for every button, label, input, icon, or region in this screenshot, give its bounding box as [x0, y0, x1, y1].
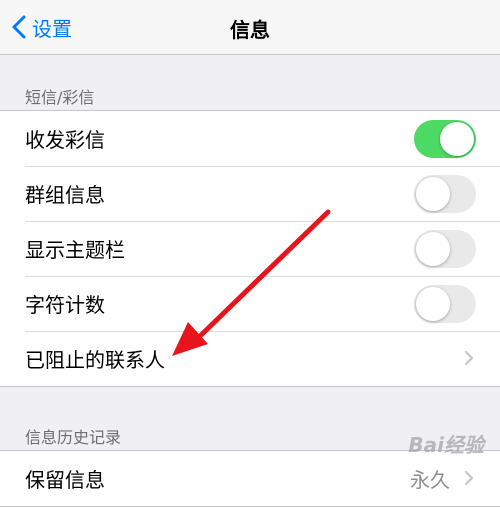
group-messaging-toggle[interactable] — [414, 175, 476, 213]
row-character-count: 字符计数 — [0, 276, 500, 331]
row-mms-messaging: 收发彩信 — [0, 111, 500, 166]
row-label: 保留信息 — [25, 468, 105, 492]
row-label: 收发彩信 — [25, 128, 105, 152]
page-title: 信息 — [230, 18, 270, 42]
row-keep-messages[interactable]: 保留信息 永久 — [0, 451, 500, 506]
keep-messages-value: 永久 — [410, 468, 450, 492]
navigation-bar: 设置 信息 — [0, 0, 500, 55]
section-header-message-history: 信息历史记录 — [25, 428, 122, 447]
row-label: 显示主题栏 — [25, 238, 125, 262]
row-show-subject-field: 显示主题栏 — [0, 221, 500, 276]
toggle-knob — [416, 232, 450, 266]
section-header-sms-mms: 短信/彩信 — [25, 88, 95, 107]
chevron-right-icon — [464, 470, 474, 486]
mms-messaging-toggle[interactable] — [414, 120, 476, 158]
settings-group-sms-mms: 收发彩信 群组信息 显示主题栏 字符计数 已阻止的联系人 — [0, 110, 500, 387]
row-group-messaging: 群组信息 — [0, 166, 500, 221]
toggle-knob — [416, 177, 450, 211]
toggle-knob — [440, 122, 474, 156]
watermark-logo: Bai经验 — [408, 433, 484, 457]
toggle-knob — [416, 287, 450, 321]
chevron-right-icon — [464, 350, 474, 366]
row-label: 已阻止的联系人 — [25, 348, 165, 372]
row-blocked-contacts[interactable]: 已阻止的联系人 — [0, 331, 500, 386]
row-label: 群组信息 — [25, 183, 105, 207]
settings-group-message-history: 保留信息 永久 — [0, 450, 500, 507]
row-label: 字符计数 — [25, 293, 105, 317]
show-subject-field-toggle[interactable] — [414, 230, 476, 268]
character-count-toggle[interactable] — [414, 285, 476, 323]
